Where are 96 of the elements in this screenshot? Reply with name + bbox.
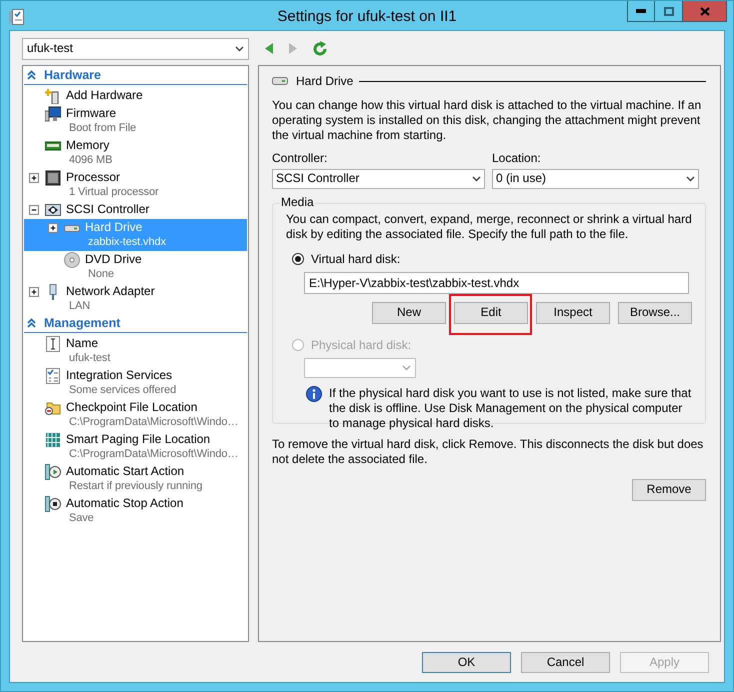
radio-label: Physical hard disk:: [311, 338, 412, 353]
forward-arrow-icon: [288, 42, 298, 56]
item-detail: ufuk-test: [68, 350, 110, 366]
item-label: Smart Paging File Location: [66, 432, 212, 447]
location-select[interactable]: 0 (in use): [492, 168, 699, 189]
item-label: Processor: [66, 170, 122, 185]
path-field[interactable]: E:\Hyper-V\zabbix-test\zabbix-test.vhdx: [304, 272, 689, 294]
section-title: Hard Drive: [296, 74, 354, 89]
dialog-button[interactable]: Cancel: [521, 652, 610, 673]
collapse-icon[interactable]: [29, 204, 39, 215]
maximize-icon: [664, 6, 674, 16]
item-label: SCSI Controller: [66, 202, 150, 217]
tree-item[interactable]: Automatic Start Action Restart if previously running: [24, 462, 247, 495]
item-label: Name: [66, 336, 100, 351]
tree-item[interactable]: Checkpoint File Location C:\ProgramData\Microsoft\Windo…: [24, 398, 247, 431]
refresh-icon: [312, 40, 328, 57]
minimize-icon: [636, 9, 646, 13]
expand-icon[interactable]: [29, 172, 39, 183]
processor-chip-icon: [45, 170, 61, 186]
item-detail: Save: [68, 510, 95, 526]
item-label: DVD Drive: [85, 252, 142, 267]
item-detail: None: [87, 266, 115, 282]
dialog-button[interactable]: Edit: [454, 302, 528, 324]
close-button[interactable]: [683, 1, 727, 22]
maximize-button[interactable]: [655, 1, 683, 22]
memory-stack-icon: [45, 432, 61, 448]
chevron-icon: [235, 46, 244, 52]
remove-button[interactable]: Remove: [632, 478, 706, 501]
minimize-button[interactable]: [627, 1, 655, 22]
controller-select[interactable]: SCSI Controller: [272, 168, 485, 189]
item-detail: Restart if previously running: [68, 478, 202, 494]
vm-select[interactable]: ufuk-test: [22, 38, 249, 60]
checklist-icon: [45, 368, 61, 384]
info-icon: [306, 386, 322, 402]
tree-item[interactable]: DVD Drive None: [24, 250, 247, 283]
tree-item[interactable]: Network Adapter LAN: [24, 282, 247, 315]
radio-label: Virtual hard disk:: [311, 252, 400, 267]
item-label: Add Hardware: [66, 88, 143, 103]
section-heading: Management: [44, 316, 120, 331]
tree-item[interactable]: Automatic Stop Action Save: [24, 494, 247, 527]
item-label: Automatic Stop Action: [66, 496, 184, 511]
radio-button[interactable]: [292, 253, 304, 266]
item-detail: Boot from File: [68, 120, 136, 136]
item-label: Checkpoint File Location: [66, 400, 198, 415]
disc-icon: [64, 252, 80, 268]
tree-item[interactable]: Smart Paging File Location C:\ProgramData\Microsoft\Windo…: [24, 430, 247, 463]
chevron-icon: [402, 364, 411, 371]
tree-item[interactable]: Integration Services Some services offered: [24, 366, 247, 399]
tree-item[interactable]: Processor 1 Virtual processor: [24, 168, 247, 201]
item-label: Integration Services: [66, 368, 174, 383]
app-icon: [9, 9, 25, 25]
window-title: Settings for ufuk-test on II1: [277, 7, 457, 25]
plus-card-icon: [45, 88, 61, 104]
tree-item[interactable]: Name ufuk-test: [24, 334, 247, 367]
stop-icon: [45, 496, 61, 512]
item-detail: 4096 MB: [68, 152, 112, 168]
expand-icon[interactable]: [29, 286, 39, 297]
folder-icon: [45, 400, 61, 416]
drive-icon: [272, 76, 288, 86]
item-detail: C:\ProgramData\Microsoft\Windo…: [68, 414, 238, 430]
chevron-icon: [472, 176, 481, 182]
tree-item[interactable]: SCSI Controller: [24, 200, 247, 219]
section-heading: Hardware: [44, 68, 101, 83]
item-detail: Some services offered: [68, 382, 176, 398]
tree-item[interactable]: Add Hardware: [24, 86, 247, 105]
item-detail: zabbix-test.vhdx: [87, 234, 166, 250]
field-label: Location:: [492, 150, 542, 166]
dialog-button[interactable]: Browse...: [618, 302, 692, 324]
monitor-icon: [45, 106, 61, 122]
item-detail: 1 Virtual processor: [68, 184, 159, 200]
refresh-button[interactable]: [312, 40, 328, 57]
description-text: You can change how this virtual hard disk is attached to the virtual machine. If an operating system is installed on this disk, changing the attachment might prevent the virtual machine from starting.: [272, 98, 702, 143]
item-detail: LAN: [68, 298, 92, 314]
item-label: Firmware: [66, 106, 117, 121]
field-label: Controller:: [272, 150, 328, 166]
chevron-icon: [686, 176, 695, 182]
tree-item[interactable]: Memory 4096 MB: [24, 136, 247, 169]
dialog-button[interactable]: New: [372, 302, 446, 324]
item-label: Memory: [66, 138, 110, 153]
item-detail: C:\ProgramData\Microsoft\Windo…: [68, 446, 238, 462]
item-label: Network Adapter: [66, 284, 155, 299]
item-label: Hard Drive: [85, 220, 144, 235]
back-button[interactable]: [264, 42, 274, 56]
description-text: To remove the virtual hard disk, click Remove. This disconnects the disk but does not delete the associated file.: [272, 436, 704, 467]
tree-item[interactable]: Firmware Boot from File: [24, 104, 247, 137]
text-cursor-icon: [45, 336, 61, 352]
controller-icon: [45, 202, 61, 218]
expand-icon[interactable]: [48, 222, 58, 233]
info-text: If the physical hard disk you want to use is not listed, make sure that the disk is offline. Use Disk Management on the physical computer to manage physical hard disks.: [329, 386, 692, 431]
play-icon: [45, 464, 61, 480]
dialog-button[interactable]: Inspect: [536, 302, 610, 324]
close-icon: [700, 6, 710, 16]
dialog-button[interactable]: OK: [422, 652, 511, 673]
description-text: You can compact, convert, expand, merge, reconnect or shrink a virtual hard disk by editing the associated file. Specify the full path to the file.: [286, 212, 692, 242]
back-arrow-icon: [264, 42, 274, 56]
item-label: Automatic Start Action: [66, 464, 186, 479]
